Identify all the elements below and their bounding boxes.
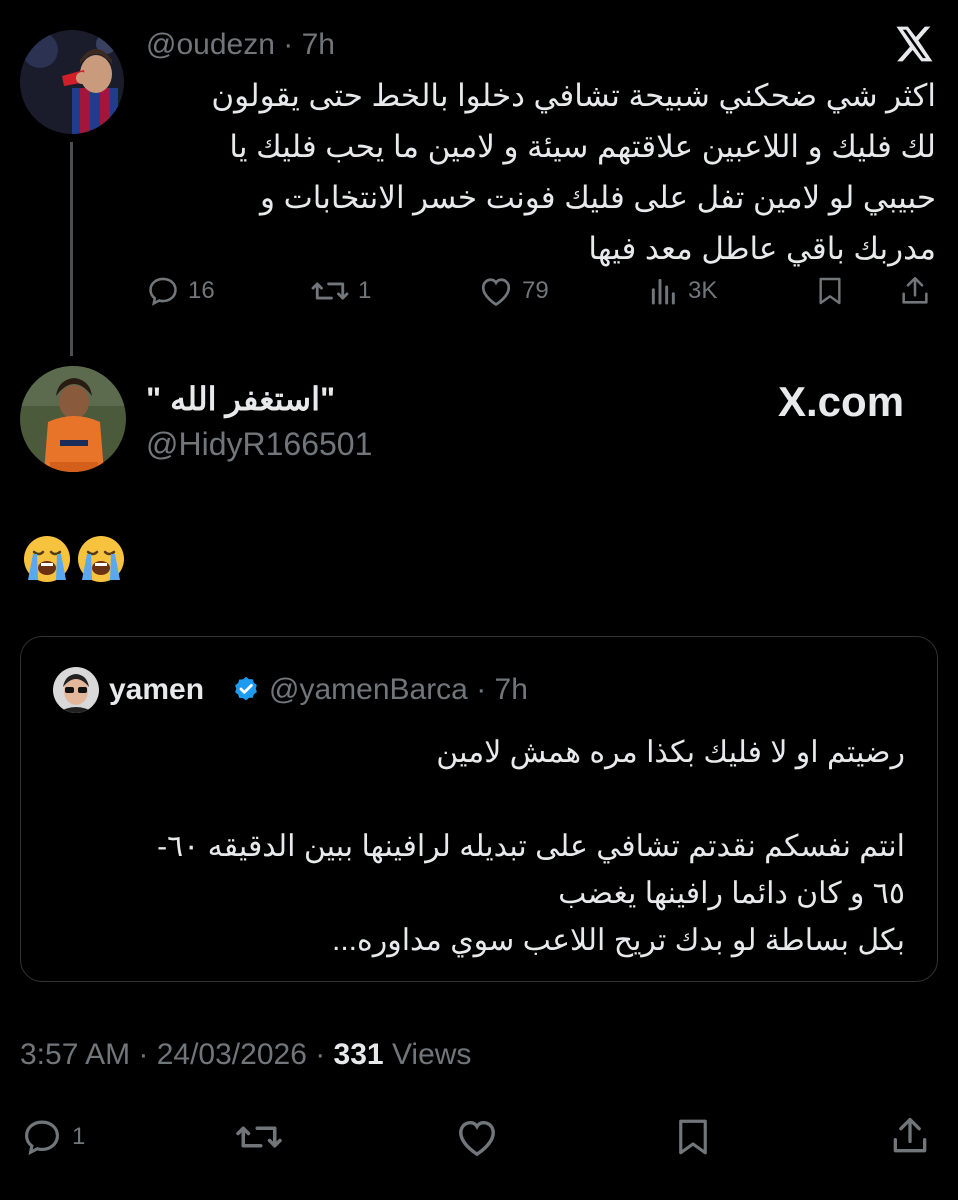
author-handle[interactable]: @HidyR166501 (146, 426, 372, 463)
share-button[interactable] (898, 274, 932, 308)
author-name[interactable]: "استغفر الله " (146, 380, 335, 418)
repost-icon (311, 282, 349, 300)
views-bars-icon (651, 278, 675, 305)
quoted-time[interactable]: 7h (495, 673, 528, 706)
quoted-handle[interactable]: @yamenBarca (269, 673, 468, 706)
reply-meta: @oudezn · 7h (146, 28, 335, 62)
meta-dot: · (274, 28, 302, 61)
quoted-text-line: انتم نفسكم نقدتم تشافي على تبديله لرافين… (157, 830, 905, 863)
main-repost-button[interactable] (234, 1116, 284, 1158)
quoted-text-line: رضيتم او لا فليك بكذا مره همش لامين (436, 736, 905, 769)
share-icon (902, 276, 928, 304)
reply-text-line: حبيبي لو لامين تفل على فليك فونت خسر الا… (259, 180, 936, 215)
reply-text-line: اكثر شي ضحكني شبيحة تشافي دخلوا بالخط حت… (211, 78, 936, 113)
reply-button[interactable]: 16 (146, 274, 215, 308)
bookmark-icon (819, 277, 841, 305)
like-button[interactable]: 79 (478, 274, 549, 308)
bookmark-icon (679, 1119, 707, 1155)
reply-text: اكثر شي ضحكني شبيحة تشافي دخلوا بالخط حت… (136, 70, 936, 274)
share-icon (893, 1117, 927, 1153)
main-bookmark-button[interactable] (672, 1116, 714, 1158)
quoted-tweet-card[interactable]: yamen @yamenBarca · 7h رضيتم او لا فليك … (20, 636, 938, 982)
repost-icon (236, 1126, 282, 1148)
reply-text-line: مدربك باقي عاطل معد فيها (588, 231, 936, 266)
quoted-text-line (45, 776, 905, 823)
quoted-text: رضيتم او لا فليك بكذا مره همش لامين انتم… (45, 729, 905, 964)
reply-handle[interactable]: @oudezn (146, 28, 275, 61)
like-count: 79 (522, 277, 549, 304)
quoted-meta: @yamenBarca · 7h (269, 673, 528, 707)
repost-count: 1 (358, 277, 372, 304)
main-share-button[interactable] (888, 1114, 932, 1158)
avatar-hidy[interactable] (20, 366, 126, 472)
main-reply-button[interactable]: 1 (20, 1116, 85, 1158)
reply-time[interactable]: 7h (302, 28, 335, 61)
verified-badge-icon (231, 675, 261, 710)
views-total: 331 (333, 1038, 384, 1071)
main-like-button[interactable] (454, 1116, 500, 1158)
reply-count: 16 (188, 277, 215, 304)
quoted-author-name[interactable]: yamen (109, 673, 204, 707)
repost-button[interactable]: 1 (310, 274, 371, 308)
reply-text-line: لك فليك و اللاعبين علاقتهم سيئة و لامين … (229, 129, 936, 164)
thread-connector-line (70, 142, 73, 356)
quoted-text-line: بكل بساطة لو بدك تريح اللاعب سوي مداوره.… (332, 924, 905, 957)
crying-emoji-1 (22, 534, 72, 589)
reply-icon (25, 1120, 59, 1156)
meta-dot: · (467, 673, 495, 706)
tweet-timestamp-row: 3:57 AM · 24/03/2026 · 331 Views (20, 1038, 471, 1072)
tweet-timestamp[interactable]: 3:57 AM · 24/03/2026 · (20, 1038, 325, 1071)
quoted-avatar[interactable] (53, 667, 99, 713)
crying-emoji-2 (76, 534, 126, 589)
avatar-oudezn[interactable] (20, 30, 124, 134)
quoted-text-line: ٦٥ و كان دائما رافينها يغضب (558, 877, 905, 910)
bookmark-button[interactable] (814, 274, 846, 308)
x-logo-icon[interactable] (896, 26, 934, 67)
heart-icon (481, 278, 511, 307)
views-label: Views (391, 1038, 472, 1071)
reply-icon (149, 277, 177, 306)
x-com-text: X.com (778, 378, 905, 425)
heart-icon (459, 1120, 495, 1157)
views-button[interactable]: 3K (648, 274, 717, 308)
main-reply-count: 1 (72, 1123, 86, 1150)
x-com-watermark: X.com (778, 378, 904, 426)
views-count: 3K (688, 277, 718, 304)
